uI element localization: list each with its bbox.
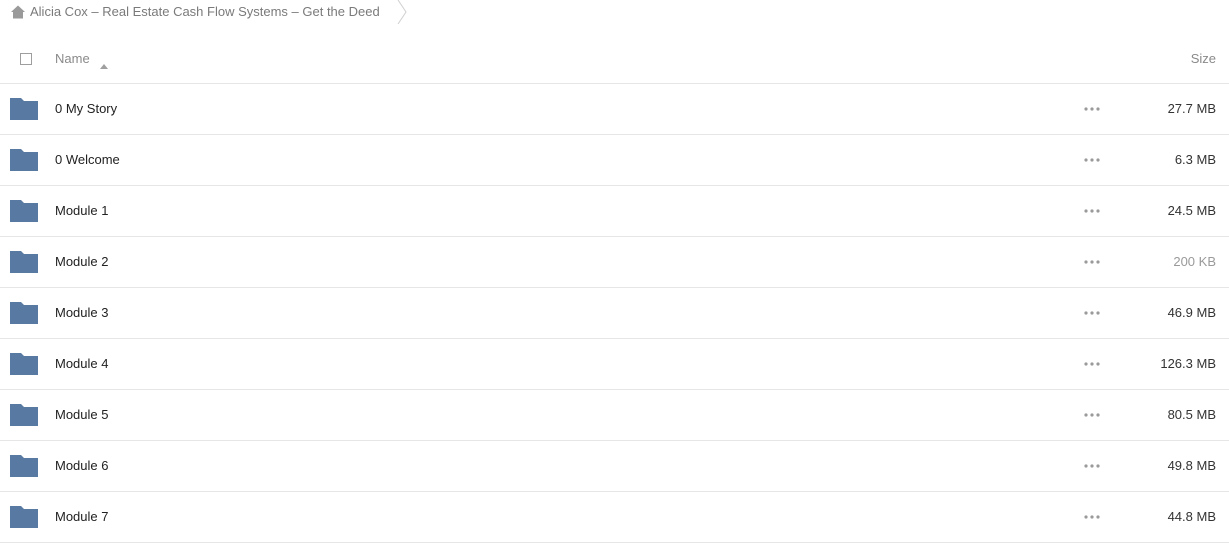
file-size: 126.3 MB [1160, 356, 1216, 371]
more-icon[interactable] [1080, 507, 1104, 527]
home-icon[interactable] [10, 4, 26, 20]
file-row[interactable]: Module 1 24.5 MB [0, 186, 1229, 237]
more-icon[interactable] [1080, 354, 1104, 374]
more-icon[interactable] [1080, 456, 1104, 476]
file-row[interactable]: Module 5 80.5 MB [0, 390, 1229, 441]
select-all-checkbox[interactable] [20, 53, 32, 65]
file-row[interactable]: Module 4 126.3 MB [0, 339, 1229, 390]
file-size: 44.8 MB [1167, 509, 1216, 524]
folder-icon [10, 148, 38, 172]
sort-ascending-icon[interactable] [100, 56, 108, 69]
folder-icon [10, 97, 38, 121]
more-icon[interactable] [1080, 201, 1104, 221]
file-size: 200 KB [1173, 254, 1216, 269]
folder-icon [10, 352, 38, 376]
file-name[interactable]: 0 Welcome [55, 152, 120, 167]
more-icon[interactable] [1080, 303, 1104, 323]
breadcrumb-separator-icon [396, 0, 408, 25]
file-name[interactable]: Module 6 [55, 458, 108, 473]
file-row[interactable]: Module 6 49.8 MB [0, 441, 1229, 492]
folder-icon [10, 250, 38, 274]
breadcrumb: Alicia Cox – Real Estate Cash Flow Syste… [0, 0, 420, 25]
file-name[interactable]: 0 My Story [55, 101, 117, 116]
file-name[interactable]: Module 3 [55, 305, 108, 320]
file-list: 0 My Story 27.7 MB 0 Welcome 6.3 MB Module 1… [0, 84, 1229, 543]
more-icon[interactable] [1080, 150, 1104, 170]
folder-icon [10, 301, 38, 325]
folder-icon [10, 199, 38, 223]
file-size: 27.7 MB [1167, 101, 1216, 116]
file-size: 49.8 MB [1167, 458, 1216, 473]
file-name[interactable]: Module 2 [55, 254, 108, 269]
file-row[interactable]: 0 My Story 27.7 MB [0, 84, 1229, 135]
file-name[interactable]: Module 5 [55, 407, 108, 422]
file-row[interactable]: Module 7 44.8 MB [0, 492, 1229, 543]
file-row[interactable]: Module 3 46.9 MB [0, 288, 1229, 339]
file-size: 6.3 MB [1174, 152, 1216, 167]
folder-icon [10, 454, 38, 478]
size-column-header[interactable]: Size [1191, 51, 1216, 66]
file-size: 24.5 MB [1167, 203, 1216, 218]
file-name[interactable]: Module 4 [55, 356, 108, 371]
folder-icon [10, 403, 38, 427]
file-row[interactable]: 0 Welcome 6.3 MB [0, 135, 1229, 186]
breadcrumb-current-folder[interactable]: Alicia Cox – Real Estate Cash Flow Syste… [30, 4, 380, 19]
file-name[interactable]: Module 7 [55, 509, 108, 524]
file-list-header: Name Size [0, 34, 1229, 84]
name-column-header[interactable]: Name [55, 51, 90, 66]
more-icon[interactable] [1080, 99, 1104, 119]
file-size: 80.5 MB [1167, 407, 1216, 422]
file-name[interactable]: Module 1 [55, 203, 108, 218]
file-size: 46.9 MB [1167, 305, 1216, 320]
folder-icon [10, 505, 38, 529]
file-row[interactable]: Module 2 200 KB [0, 237, 1229, 288]
more-icon[interactable] [1080, 405, 1104, 425]
more-icon[interactable] [1080, 252, 1104, 272]
